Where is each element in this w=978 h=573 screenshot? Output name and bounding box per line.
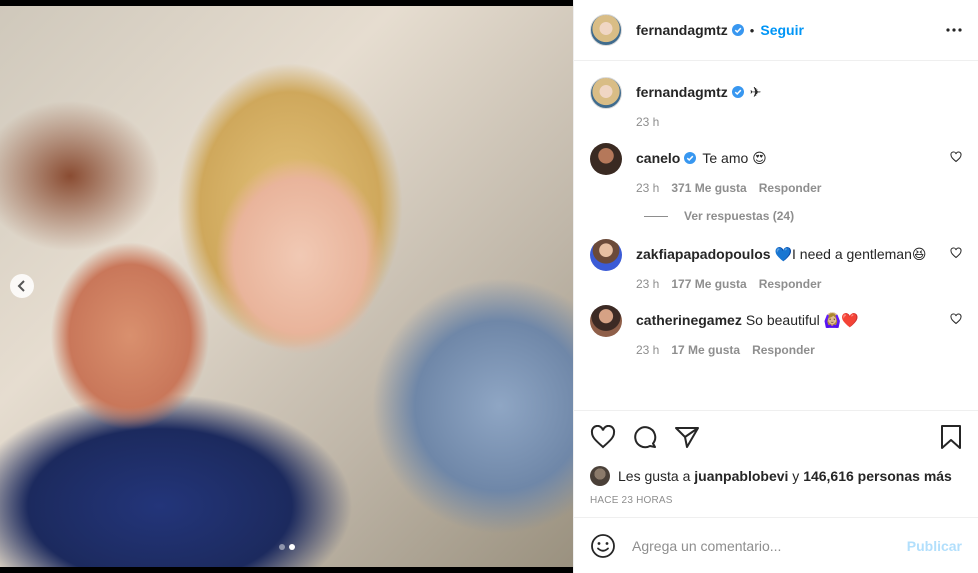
header-separator: • <box>749 22 755 38</box>
save-button[interactable] <box>940 424 962 450</box>
caption-username[interactable]: fernandagmtz <box>636 84 728 100</box>
comment-meta: 23 h 177 Me gusta Responder <box>636 277 962 291</box>
caption-avatar[interactable] <box>590 77 622 109</box>
comment-likes[interactable]: 371 Me gusta <box>671 181 746 195</box>
likes-count[interactable]: 146,616 personas más <box>803 468 952 484</box>
comment-body: catherinegamez So beautiful 🙆🏼‍♀️❤️ 23 h … <box>636 305 962 357</box>
liker-username[interactable]: juanpablobevi <box>694 468 788 484</box>
comment-meta: 23 h 17 Me gusta Responder <box>636 343 962 357</box>
like-comment-heart-icon[interactable] <box>950 247 962 259</box>
caption-text-line: fernandagmtz ✈ <box>636 83 962 101</box>
share-button[interactable] <box>674 425 700 449</box>
comment-likes[interactable]: 177 Me gusta <box>671 277 746 291</box>
post-sidebar: fernandagmtz • Seguir fernandagmtz ✈ 23 … <box>573 0 978 573</box>
post-header: fernandagmtz • Seguir <box>574 0 978 61</box>
heart-icon <box>590 425 616 449</box>
publish-button[interactable]: Publicar <box>907 538 962 554</box>
carousel-dot-active <box>288 544 295 550</box>
comment-text-line: zakfiapapadopoulos 💙I need a gentleman😆 <box>636 245 962 263</box>
paper-plane-icon <box>675 427 699 448</box>
likes-summary: Les gusta a juanpablobevi y 146,616 pers… <box>574 463 978 489</box>
likes-text: Les gusta a juanpablobevi y 146,616 pers… <box>618 468 952 484</box>
likes-prefix: Les gusta a <box>618 468 691 484</box>
comment-meta: 23 h 371 Me gusta Responder <box>636 181 962 195</box>
carousel-dot <box>278 544 285 550</box>
more-options-button[interactable] <box>946 28 962 32</box>
liker-avatar[interactable] <box>590 466 610 486</box>
comment-body: canelo Te amo 😍 23 h 371 Me gusta Respon… <box>636 143 962 195</box>
comment-time[interactable]: 23 h <box>636 277 659 291</box>
comment-time[interactable]: 23 h <box>636 343 659 357</box>
verified-badge-icon <box>731 24 744 36</box>
post-time-ago[interactable]: HACE 23 HORAS <box>574 489 978 513</box>
more-options-icon <box>946 28 962 32</box>
comment-username[interactable]: canelo <box>636 150 680 166</box>
instagram-post: fernandagmtz • Seguir fernandagmtz ✈ 23 … <box>0 0 978 573</box>
like-comment-heart-icon[interactable] <box>950 151 962 163</box>
emoji-button[interactable] <box>590 533 616 559</box>
comment-row: zakfiapapadopoulos 💙I need a gentleman😆 2… <box>590 239 962 291</box>
reply-button[interactable]: Responder <box>759 277 822 291</box>
comment-username[interactable]: zakfiapapadopoulos <box>636 246 771 262</box>
author-name-group: fernandagmtz • Seguir <box>636 22 804 38</box>
emoji-smiley-icon <box>591 533 615 558</box>
comment-avatar[interactable] <box>590 305 622 337</box>
reply-button[interactable]: Responder <box>759 181 822 195</box>
comment-username[interactable]: catherinegamez <box>636 312 742 328</box>
author-username[interactable]: fernandagmtz <box>636 22 728 38</box>
comment-button[interactable] <box>632 425 658 449</box>
caption-meta: 23 h <box>636 115 962 129</box>
caption-body: fernandagmtz ✈ 23 h <box>636 77 962 129</box>
comment-row: catherinegamez So beautiful 🙆🏼‍♀️❤️ 23 h … <box>590 305 962 357</box>
carousel-dots <box>0 544 573 550</box>
comment-likes[interactable]: 17 Me gusta <box>671 343 740 357</box>
likes-middle: y <box>792 468 800 484</box>
view-replies-button[interactable]: Ver respuestas (24) <box>644 209 962 223</box>
comment-text-line: canelo Te amo 😍 <box>636 149 962 167</box>
photo-pane <box>0 0 573 573</box>
previous-slide-button[interactable] <box>10 274 34 298</box>
comment-input[interactable] <box>632 537 907 554</box>
caption-row: fernandagmtz ✈ 23 h <box>590 77 962 129</box>
comment-text: So beautiful 🙆🏼‍♀️❤️ <box>745 312 859 328</box>
comment-text: 💙I need a gentleman😆 <box>774 246 927 262</box>
verified-badge-icon <box>731 86 744 98</box>
chevron-left-icon <box>17 280 25 292</box>
bookmark-icon <box>941 425 961 449</box>
caption-time[interactable]: 23 h <box>636 115 659 129</box>
post-photo[interactable] <box>0 6 573 567</box>
comment-row: canelo Te amo 😍 23 h 371 Me gusta Respon… <box>590 143 962 195</box>
follow-button[interactable]: Seguir <box>760 22 804 38</box>
like-button[interactable] <box>590 425 616 449</box>
comment-body: zakfiapapadopoulos 💙I need a gentleman😆 2… <box>636 239 962 291</box>
view-replies-label: Ver respuestas (24) <box>684 209 795 223</box>
like-comment-heart-icon[interactable] <box>950 313 962 325</box>
verified-badge-icon <box>684 152 697 164</box>
author-avatar[interactable] <box>590 14 622 46</box>
comment-avatar[interactable] <box>590 239 622 271</box>
comment-time[interactable]: 23 h <box>636 181 659 195</box>
replies-divider-line <box>644 215 668 217</box>
comments-section: fernandagmtz ✈ 23 h canelo Te amo 😍 23 h… <box>574 61 978 411</box>
comment-bubble-icon <box>634 426 657 449</box>
add-comment-bar: Publicar <box>574 517 978 573</box>
comment-text: Te amo 😍 <box>702 150 767 166</box>
action-bar <box>574 411 978 463</box>
comment-avatar[interactable] <box>590 143 622 175</box>
comment-text-line: catherinegamez So beautiful 🙆🏼‍♀️❤️ <box>636 311 962 329</box>
reply-button[interactable]: Responder <box>752 343 815 357</box>
caption-text: ✈ <box>749 84 762 100</box>
